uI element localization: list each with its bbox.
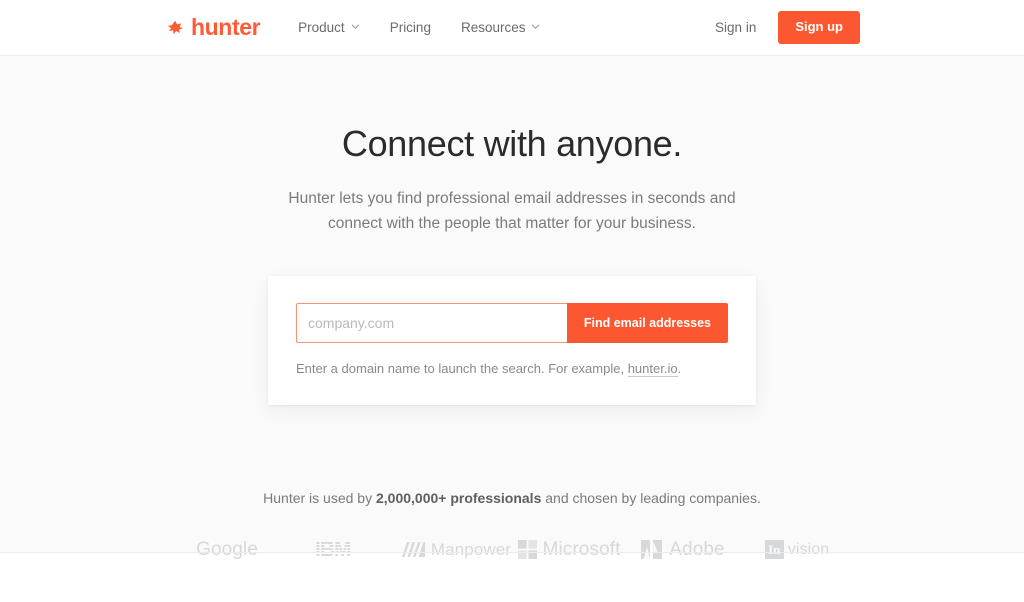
google-logo: Google xyxy=(196,540,258,559)
domain-search-card: Find email addresses Enter a domain name… xyxy=(268,275,756,405)
chevron-down-icon xyxy=(531,22,540,31)
sign-in-link[interactable]: Sign in xyxy=(715,20,756,35)
sign-up-button[interactable]: Sign up xyxy=(778,11,860,44)
adobe-logo-glyph xyxy=(641,540,663,560)
search-hint-example-link[interactable]: hunter.io xyxy=(627,360,678,377)
svg-text:IBM: IBM xyxy=(315,539,351,560)
primary-nav: Product Pricing Resources xyxy=(298,20,540,35)
domain-search-input[interactable] xyxy=(296,302,567,343)
ibm-logo: IBM IBM xyxy=(315,539,367,560)
header-actions: Sign in Sign up xyxy=(715,11,860,44)
ibm-logo-glyph: IBM xyxy=(315,539,352,560)
logo-google: Google xyxy=(170,533,284,567)
microsoft-logo-glyph xyxy=(517,540,537,560)
page-title: Connect with anyone. xyxy=(341,123,683,164)
manpower-logo-label: Manpower xyxy=(430,540,512,560)
section-divider xyxy=(0,552,1024,553)
customer-logo-row: Google IBM IBM xyxy=(0,533,1024,567)
social-proof-suffix: and chosen by leading companies. xyxy=(541,489,761,506)
nav-item-resources-label: Resources xyxy=(460,20,526,35)
hero-subtitle: Hunter lets you find professional email … xyxy=(277,187,747,237)
logo-ibm: IBM IBM xyxy=(284,533,398,567)
nav-item-pricing[interactable]: Pricing xyxy=(390,20,431,35)
microsoft-logo: Microsoft xyxy=(517,539,621,561)
nav-item-product-label: Product xyxy=(298,20,345,35)
find-email-addresses-button[interactable]: Find email addresses xyxy=(566,302,728,343)
chevron-down-icon xyxy=(351,22,360,31)
invision-logo-mark: In xyxy=(764,540,784,560)
hero-subtitle-line1: Hunter lets you find professional email … xyxy=(288,190,736,208)
social-proof-count: 2,000,000+ professionals xyxy=(375,489,542,506)
social-proof-prefix: Hunter is used by xyxy=(263,489,376,506)
nav-item-product[interactable]: Product xyxy=(298,20,360,35)
hunter-logo[interactable]: hunter xyxy=(166,14,261,40)
hero-subtitle-line2: connect with the people that matter for … xyxy=(328,214,696,232)
social-proof-section: Hunter is used by 2,000,000+ professiona… xyxy=(0,490,1024,567)
search-hint-suffix: . xyxy=(677,360,682,376)
search-hint: Enter a domain name to launch the search… xyxy=(296,360,728,377)
site-header: hunter Product Pricing Resources Sign in xyxy=(0,0,1024,55)
adobe-logo-label: Adobe xyxy=(669,539,725,561)
logo-microsoft: Microsoft xyxy=(512,533,626,567)
hunter-bird-icon xyxy=(166,19,184,37)
header-inner: hunter Product Pricing Resources Sign in xyxy=(0,0,1024,55)
manpower-logo: Manpower xyxy=(399,541,511,558)
invision-logo-label: vision xyxy=(787,540,830,558)
hunter-logo-wordmark: hunter xyxy=(191,14,261,40)
invision-logo: In vision xyxy=(764,540,830,560)
adobe-logo: Adobe xyxy=(641,539,725,561)
nav-item-resources[interactable]: Resources xyxy=(461,20,541,35)
logo-adobe: Adobe xyxy=(626,533,740,567)
microsoft-logo-label: Microsoft xyxy=(542,539,621,561)
social-proof-text: Hunter is used by 2,000,000+ professiona… xyxy=(0,490,1024,506)
logo-invision: In vision xyxy=(740,533,854,567)
nav-item-pricing-label: Pricing xyxy=(389,20,431,35)
manpower-logo-glyph xyxy=(401,542,425,558)
logo-manpower: Manpower xyxy=(398,533,512,567)
search-row: Find email addresses xyxy=(296,302,728,343)
search-hint-prefix: Enter a domain name to launch the search… xyxy=(296,360,628,376)
google-logo-label: Google xyxy=(196,539,258,561)
hero-section: Connect with anyone. Hunter lets you fin… xyxy=(0,55,1024,560)
